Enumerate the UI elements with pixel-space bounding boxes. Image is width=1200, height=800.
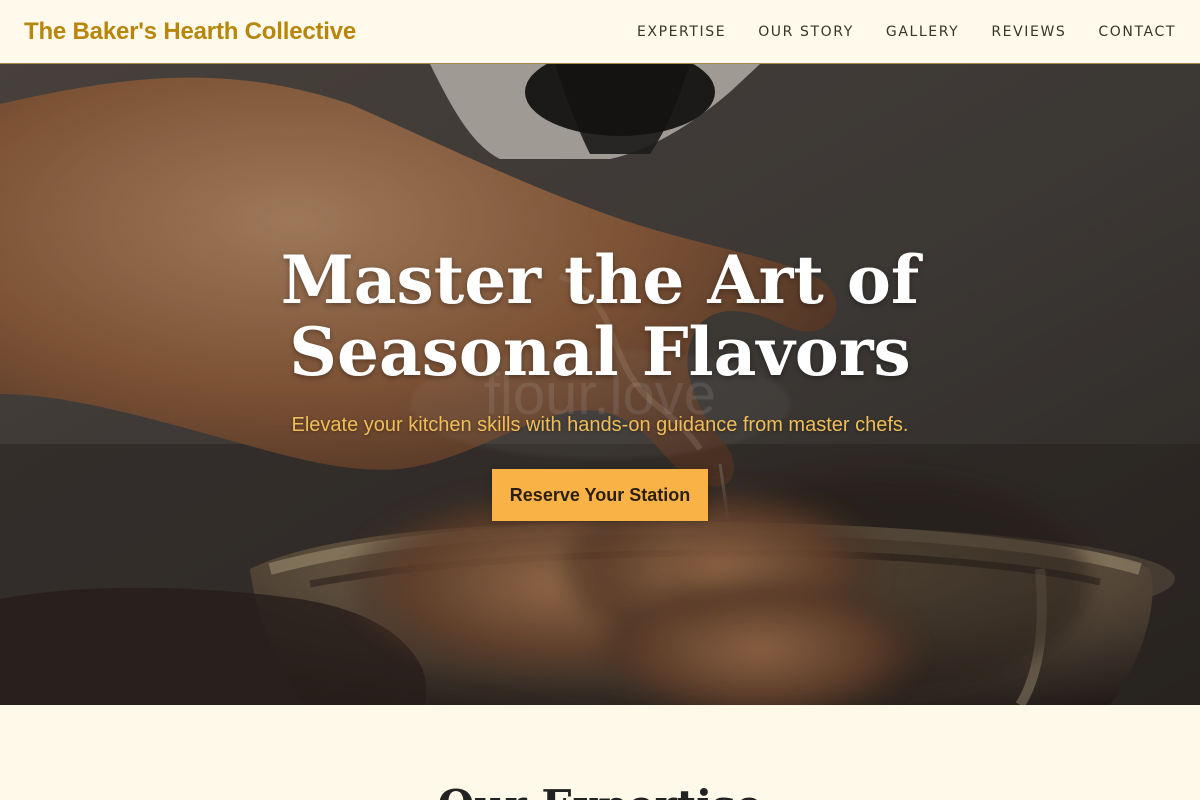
nav-reviews[interactable]: REVIEWS <box>975 24 1082 40</box>
hero-title-line-1: Master the Art of <box>280 241 920 319</box>
hero-subtitle: Elevate your kitchen skills with hands-o… <box>291 414 909 436</box>
nav-expertise[interactable]: EXPERTISE <box>621 24 742 40</box>
expertise-title: Our Expertise <box>0 781 1200 800</box>
nav-our-story[interactable]: OUR STORY <box>742 24 870 40</box>
hero-section: flour.love Master the Art of Seasonal Fl… <box>0 64 1200 705</box>
expertise-section: Our Expertise <box>0 705 1200 800</box>
hero-title-line-2: Seasonal Flavors <box>289 313 911 391</box>
hero-title: Master the Art of Seasonal Flavors <box>0 244 1200 388</box>
top-navigation: The Baker's Hearth Collective EXPERTISE … <box>0 0 1200 64</box>
site-brand[interactable]: The Baker's Hearth Collective <box>24 18 356 46</box>
nav-contact[interactable]: CONTACT <box>1082 24 1176 40</box>
reserve-station-button[interactable]: Reserve Your Station <box>492 469 708 521</box>
nav-gallery[interactable]: GALLERY <box>870 24 975 40</box>
nav-links: EXPERTISE OUR STORY GALLERY REVIEWS CONT… <box>621 24 1176 40</box>
hero-content: Master the Art of Seasonal Flavors Eleva… <box>0 244 1200 521</box>
